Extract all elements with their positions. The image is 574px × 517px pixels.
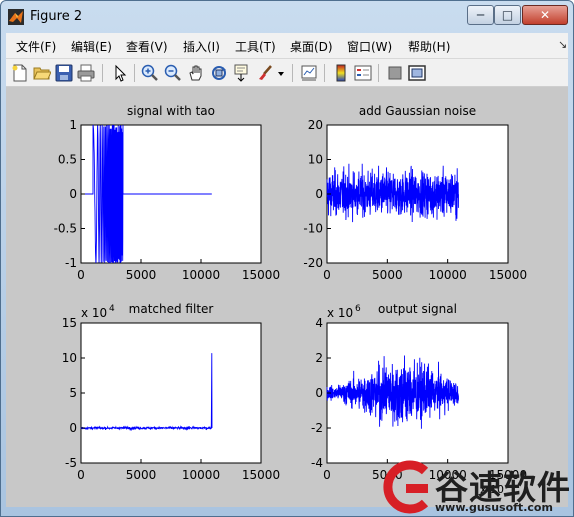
x-tick-label: 0 [77, 468, 85, 482]
toolbar-separator [378, 64, 379, 82]
y-tick-label: -0.5 [54, 222, 77, 236]
x-tick-label: 0 [77, 268, 85, 282]
toolbar-separator [102, 64, 103, 82]
axes-title: matched filter [129, 302, 214, 316]
minimize-button[interactable]: ─ [467, 5, 494, 25]
maximize-button[interactable]: □ [494, 5, 521, 25]
menu-desktop[interactable]: 桌面(D) [290, 38, 333, 55]
data-cursor-icon[interactable] [233, 64, 251, 82]
y-exponent-label: x 10 [81, 306, 107, 320]
x-tick-label: 5000 [126, 468, 157, 482]
menu-help[interactable]: 帮助(H) [408, 38, 450, 55]
x-tick-label: 15000 [242, 268, 280, 282]
new-figure-icon[interactable] [11, 64, 29, 82]
x-tick-label: 10000 [182, 268, 220, 282]
x-tick-label: 10000 [182, 468, 220, 482]
link-plot-icon[interactable] [300, 64, 318, 82]
y-exponent-label: x 10 [327, 306, 353, 320]
legend-icon[interactable] [354, 64, 372, 82]
y-tick-label: 0.5 [58, 153, 77, 167]
figure-window: Figure 2 ─ □ ✕ 文件(F) 编辑(E) 查看(V) 插入(I) 工… [0, 0, 574, 517]
x-tick-label: 5000 [372, 268, 403, 282]
y-tick-label: 2 [315, 351, 323, 365]
toolbar-separator [134, 64, 135, 82]
save-icon[interactable] [55, 64, 73, 82]
y-tick-label: 15 [62, 316, 77, 330]
toolbar-separator [292, 64, 293, 82]
watermark: 谷速软件 www.gususoft.com [378, 456, 574, 517]
y-tick-label: -5 [65, 456, 77, 470]
brush-dropdown-icon[interactable] [276, 64, 286, 82]
y-tick-label: 0 [315, 386, 323, 400]
y-tick-label: 10 [308, 153, 323, 167]
x-tick-label: 0 [323, 468, 331, 482]
rotate-3d-icon[interactable] [210, 64, 228, 82]
print-icon[interactable] [77, 64, 95, 82]
y-tick-label: -20 [303, 256, 323, 270]
y-tick-label: 20 [308, 118, 323, 132]
x-tick-label: 0 [323, 268, 331, 282]
colorbar-icon[interactable] [332, 64, 350, 82]
zoom-in-icon[interactable] [141, 64, 159, 82]
menu-edit[interactable]: 编辑(E) [71, 38, 112, 55]
axes-title: output signal [378, 302, 457, 316]
hide-plot-tools-icon[interactable] [386, 64, 404, 82]
menu-tools[interactable]: 工具(T) [235, 38, 276, 55]
menu-window[interactable]: 窗口(W) [347, 38, 392, 55]
figure-toolbar [6, 59, 568, 87]
x-tick-label: 10000 [429, 268, 467, 282]
brush-icon[interactable] [256, 64, 274, 82]
y-tick-label: 0 [69, 421, 77, 435]
open-folder-icon[interactable] [33, 64, 51, 82]
y-tick-label: -10 [303, 222, 323, 236]
figure-canvas: 0 5000 10000 15000 -1 -0.5 0 0.5 1 signal with ta… [6, 87, 568, 507]
menu-insert[interactable]: 插入(I) [183, 38, 220, 55]
axes-title: signal with tao [127, 104, 215, 118]
watermark-logo-icon [383, 460, 429, 514]
y-tick-label: 5 [69, 386, 77, 400]
zoom-out-icon[interactable] [164, 64, 182, 82]
y-tick-label: 1 [69, 118, 77, 132]
toolbar-separator [324, 64, 325, 82]
pointer-icon[interactable] [111, 64, 129, 82]
title-bar[interactable]: Figure 2 ─ □ ✕ [1, 1, 573, 31]
y-tick-label: 10 [62, 351, 77, 365]
y-tick-label: -1 [65, 256, 77, 270]
menu-dock-arrow-icon[interactable]: ↘ [558, 38, 567, 51]
close-button[interactable]: ✕ [522, 5, 568, 25]
x-tick-label: 15000 [489, 268, 527, 282]
x-tick-label: 15000 [242, 468, 280, 482]
y-tick-label: 0 [69, 187, 77, 201]
axes-title: add Gaussian noise [359, 104, 476, 118]
menu-file[interactable]: 文件(F) [16, 38, 56, 55]
show-plot-tools-icon[interactable] [408, 64, 426, 82]
y-tick-label: 4 [315, 316, 323, 330]
pan-hand-icon[interactable] [187, 64, 205, 82]
matlab-logo-icon [8, 9, 24, 25]
menu-bar: 文件(F) 编辑(E) 查看(V) 插入(I) 工具(T) 桌面(D) 窗口(W… [6, 33, 568, 59]
y-tick-label: -2 [311, 421, 323, 435]
axes-box [80, 322, 262, 464]
figure-plots: 0 5000 10000 15000-1-0.500.51signal with ta… [54, 104, 528, 496]
y-exponent-power: 4 [109, 304, 115, 314]
menu-view[interactable]: 查看(V) [126, 38, 168, 55]
y-exponent-power: 6 [355, 304, 361, 314]
y-tick-label: -4 [311, 456, 323, 470]
x-tick-label: 5000 [126, 268, 157, 282]
y-tick-label: 0 [315, 187, 323, 201]
watermark-url: www.gususoft.com [435, 501, 553, 514]
window-title: Figure 2 [30, 9, 83, 24]
